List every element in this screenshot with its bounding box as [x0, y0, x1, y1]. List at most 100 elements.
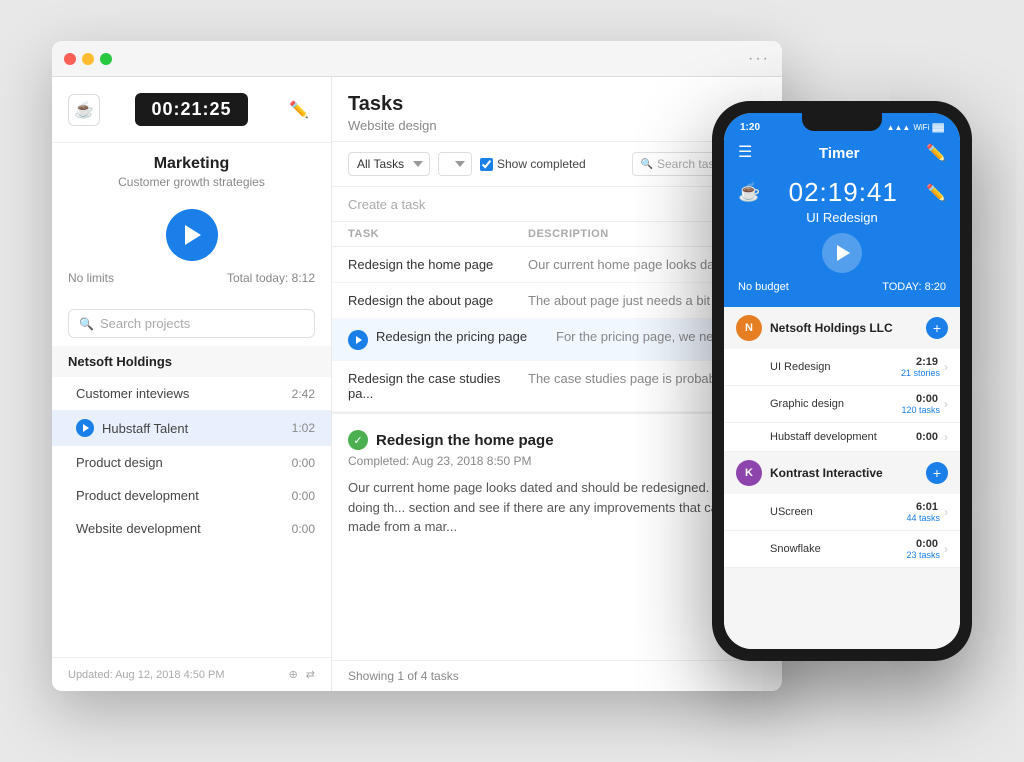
phone-project-name: Graphic design	[736, 398, 901, 410]
phone-play-button[interactable]	[822, 233, 862, 273]
phone-timer-row: ☕ 02:19:41 ✏️	[738, 177, 946, 208]
create-task-input[interactable]	[348, 197, 757, 212]
list-item[interactable]: Website development 0:00	[52, 512, 331, 545]
phone-no-budget: No budget	[738, 281, 789, 293]
phone-project-info: 0:00	[916, 431, 940, 443]
company-add-button[interactable]: +	[926, 462, 948, 484]
list-item[interactable]: Snowflake 0:00 23 tasks ›	[724, 531, 960, 568]
project-item-time: 0:00	[292, 489, 315, 503]
phone-container: 1:20 ▲▲▲ WiFi ▓▓ ☰ Timer ✏️ ☕	[712, 101, 972, 661]
company-name: Kontrast Interactive	[770, 466, 926, 480]
list-item[interactable]: Hubstaff Talent 1:02	[52, 410, 331, 446]
project-item-time: 0:00	[292, 522, 315, 536]
task-detail-body: Our current home page looks dated and sh…	[348, 478, 766, 537]
list-item[interactable]: UI Redesign 2:19 21 stories ›	[724, 349, 960, 386]
phone-header: ☰ Timer ✏️	[724, 137, 960, 169]
project-item-time: 2:42	[292, 387, 315, 401]
phone-notch	[802, 113, 882, 131]
search-bar[interactable]: 🔍	[68, 309, 315, 338]
play-area: No limits Total today: 8:12	[52, 201, 331, 301]
phone-project-tasks: 23 tasks	[906, 550, 940, 560]
col-task-header: TASK	[348, 228, 528, 240]
show-completed-checkbox[interactable]	[480, 158, 493, 171]
footer-icons: ⊕ ⇄	[289, 668, 315, 681]
project-item-time: 1:02	[292, 421, 315, 435]
phone-project-tasks: 120 tasks	[901, 405, 940, 415]
window-menu-dots[interactable]: ···	[748, 50, 770, 68]
project-name: Marketing	[64, 155, 319, 173]
search-icon: 🔍	[79, 317, 94, 331]
list-item[interactable]: Product design 0:00	[52, 446, 331, 479]
phone-project-tasks: 21 stories	[901, 368, 940, 378]
play-button[interactable]	[166, 209, 218, 261]
phone-screen: 1:20 ▲▲▲ WiFi ▓▓ ☰ Timer ✏️ ☕	[724, 113, 960, 649]
phone-list[interactable]: N Netsoft Holdings LLC + UI Redesign 2:1…	[724, 307, 960, 649]
company-avatar: K	[736, 460, 762, 486]
search-input[interactable]	[100, 316, 304, 331]
secondary-select[interactable]	[438, 152, 472, 176]
phone-project-name: UI Redesign	[736, 361, 901, 373]
phone-project-time: 2:19	[916, 356, 938, 368]
phone-header-title: Timer	[819, 145, 860, 162]
minimize-button[interactable]	[82, 53, 94, 65]
phone-project-info: 0:00 23 tasks	[906, 538, 940, 560]
task-name: Redesign the pricing page	[376, 329, 556, 344]
sync-icon[interactable]: ⊕	[289, 668, 298, 681]
wifi-icon: WiFi	[913, 123, 929, 132]
sidebar-footer: Updated: Aug 12, 2018 4:50 PM ⊕ ⇄	[52, 657, 331, 691]
phone-project-info: 6:01 44 tasks	[906, 501, 940, 523]
phone-project-time: 6:01	[916, 501, 938, 513]
chevron-right-icon: ›	[944, 360, 948, 374]
task-name: Redesign the home page	[348, 257, 528, 272]
phone-budget-row: No budget TODAY: 8:20	[738, 281, 946, 293]
coffee-icon[interactable]: ☕	[68, 94, 100, 126]
sidebar-stats: No limits Total today: 8:12	[68, 271, 315, 285]
phone-edit-icon[interactable]: ✏️	[926, 183, 946, 203]
company-name: Netsoft Holdings LLC	[770, 321, 926, 335]
phone-project-time: 0:00	[916, 538, 938, 550]
list-item[interactable]: Customer inteviews 2:42	[52, 377, 331, 410]
scene: ··· ☕ 00:21:25 ✏️ Marketing Customer gro…	[52, 41, 972, 721]
collapse-icon[interactable]: ⇄	[306, 668, 315, 681]
project-item-name: Hubstaff Talent	[102, 421, 292, 436]
tasks-title: Tasks	[348, 93, 766, 116]
task-detail-title: Redesign the home page	[376, 432, 554, 449]
project-item-name: Product design	[76, 455, 292, 470]
list-item[interactable]: Hubstaff development 0:00 ›	[724, 423, 960, 452]
timer-display: 00:21:25	[135, 93, 247, 126]
project-item-name: Product development	[76, 488, 292, 503]
chevron-right-icon: ›	[944, 430, 948, 444]
maximize-button[interactable]	[100, 53, 112, 65]
edit-icon[interactable]: ✏️	[283, 94, 315, 126]
company-header: N Netsoft Holdings LLC +	[724, 307, 960, 349]
traffic-lights	[64, 53, 112, 65]
task-name: Redesign the case studies pa...	[348, 371, 528, 401]
phone-header-edit-icon[interactable]: ✏️	[926, 143, 946, 163]
desktop-window: ··· ☕ 00:21:25 ✏️ Marketing Customer gro…	[52, 41, 782, 691]
search-tasks-icon: 🔍	[641, 159, 653, 170]
close-button[interactable]	[64, 53, 76, 65]
company-add-button[interactable]: +	[926, 317, 948, 339]
phone-timer-time: 02:19:41	[789, 177, 898, 208]
chevron-right-icon: ›	[944, 542, 948, 556]
sidebar-header: ☕ 00:21:25 ✏️	[52, 77, 331, 143]
task-detail-title-row: Redesign the home page	[348, 430, 766, 450]
phone-status-icons: ▲▲▲ WiFi ▓▓	[887, 123, 944, 132]
task-play-button[interactable]	[348, 330, 368, 350]
all-tasks-select[interactable]: All Tasks	[348, 152, 430, 176]
list-item[interactable]: Graphic design 0:00 120 tasks ›	[724, 386, 960, 423]
list-item[interactable]: Product development 0:00	[52, 479, 331, 512]
project-desc: Customer growth strategies	[64, 175, 319, 189]
list-item[interactable]: UScreen 6:01 44 tasks ›	[724, 494, 960, 531]
company-avatar: N	[736, 315, 762, 341]
total-today-label: Total today: 8:12	[227, 271, 315, 285]
phone-project-time: 0:00	[916, 431, 938, 443]
phone-timer-section: ☕ 02:19:41 ✏️ UI Redesign No budget TODA…	[724, 169, 960, 307]
hamburger-icon[interactable]: ☰	[738, 145, 752, 161]
battery-icon: ▓▓	[932, 123, 944, 132]
task-name: Redesign the about page	[348, 293, 528, 308]
active-play-dot	[76, 419, 94, 437]
phone-coffee-icon[interactable]: ☕	[738, 182, 760, 203]
phone-timer-project: UI Redesign	[806, 210, 878, 225]
task-detail-completed: Completed: Aug 23, 2018 8:50 PM	[348, 454, 766, 468]
